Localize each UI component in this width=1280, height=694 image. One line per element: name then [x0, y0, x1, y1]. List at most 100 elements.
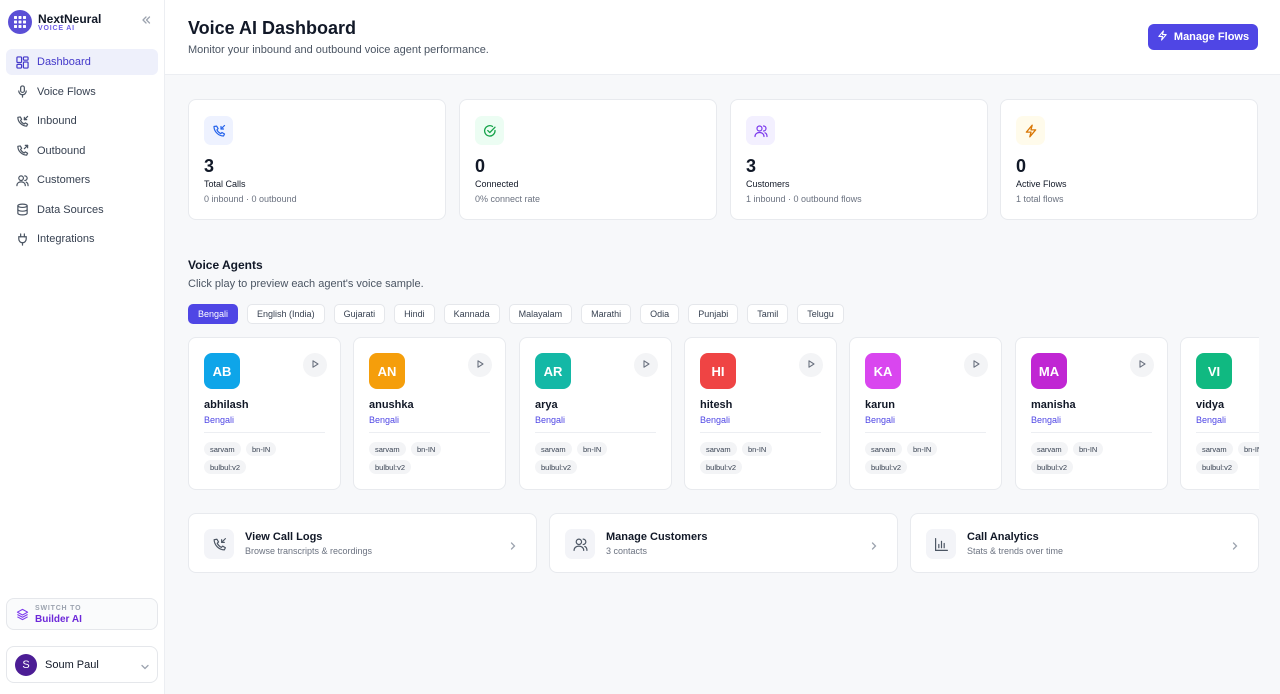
tab-language-malayalam[interactable]: Malayalam [508, 304, 573, 324]
sidebar-item-dashboard[interactable]: Dashboard [6, 49, 158, 75]
tab-language-odia[interactable]: Odia [640, 304, 680, 324]
lightning-icon [1157, 30, 1168, 44]
sidebar-item-label: Inbound [37, 115, 77, 127]
sidebar-item-label: Outbound [37, 144, 86, 157]
sidebar-item-outbound[interactable]: Outbound [6, 138, 158, 164]
page-subtitle: Monitor your inbound and outbound voice … [188, 44, 489, 56]
manage-customers-card[interactable]: Manage Customers 3 contacts [549, 513, 898, 573]
agent-name: manisha [1031, 399, 1076, 411]
tab-language-telugu[interactable]: Telugu [797, 304, 844, 324]
phone-incoming-icon [204, 529, 234, 559]
plug-icon [15, 232, 29, 246]
avatar: S [15, 654, 37, 676]
stat-card-customers: 3 Customers 1 inbound · 0 outbound flows [730, 99, 988, 220]
tab-language-gujarati[interactable]: Gujarati [333, 304, 386, 324]
dashboard-icon [15, 55, 29, 69]
agent-name: vidya [1196, 399, 1225, 411]
sidebar-item-inbound[interactable]: Inbound [6, 108, 158, 134]
play-icon [310, 356, 320, 374]
agent-language: Bengali [700, 415, 731, 425]
play-button[interactable] [964, 353, 988, 377]
agent-card[interactable]: KA karun Bengali sarvam bn-IN bulbul:v2 [849, 337, 1002, 490]
sidebar-item-voice-flows[interactable]: Voice Flows [6, 79, 158, 105]
agent-tag: bn-IN [411, 442, 442, 456]
users-icon [746, 116, 775, 145]
play-button[interactable] [1130, 353, 1154, 377]
phone-outgoing-icon [15, 144, 29, 158]
chevron-right-icon [1231, 538, 1241, 550]
phone-incoming-icon [204, 116, 233, 145]
agent-name: karun [865, 399, 895, 411]
divider [1196, 432, 1259, 433]
agent-avatar: AR [535, 353, 571, 389]
agent-tag: bulbul:v2 [204, 460, 247, 474]
chevron-right-icon [870, 538, 880, 550]
switch-target: Builder AI [35, 614, 82, 625]
sidebar-item-label: Integrations [37, 233, 95, 245]
tab-language-hindi[interactable]: Hindi [394, 304, 435, 324]
agent-tag: sarvam [865, 442, 902, 456]
play-button[interactable] [468, 353, 492, 377]
stat-subtext: 1 total flows [1016, 194, 1064, 204]
manage-flows-button[interactable]: Manage Flows [1148, 24, 1258, 50]
stat-value: 3 [746, 156, 757, 176]
agent-card[interactable]: VI vidya Bengali sarvam bn-IN bulbul:v2 [1180, 337, 1259, 490]
sidebar-item-label: Dashboard [37, 56, 91, 68]
stat-value: 0 [1016, 156, 1027, 176]
voice-agents-subtitle: Click play to preview each agent's voice… [188, 278, 424, 290]
stat-label: Total Calls [204, 179, 246, 189]
agents-carousel[interactable]: AB abhilash Bengali sarvam bn-IN bulbul:v2 AN a… [188, 337, 1259, 491]
tab-language-marathi[interactable]: Marathi [581, 304, 632, 324]
sidebar-item-customers[interactable]: Customers [6, 167, 158, 193]
agent-tag: bulbul:v2 [700, 460, 743, 474]
agent-language: Bengali [865, 415, 896, 425]
tab-language-punjabi[interactable]: Punjabi [688, 304, 739, 324]
link-title: View Call Logs [245, 531, 323, 543]
switch-product-button[interactable]: SWITCH TO Builder AI [6, 598, 158, 630]
agent-card[interactable]: AR arya Bengali sarvam bn-IN bulbul:v2 [519, 337, 672, 490]
agent-card[interactable]: AN anushka Bengali sarvam bn-IN bulbul:v2 [353, 337, 506, 490]
users-icon [15, 173, 29, 187]
divider [535, 432, 656, 433]
brand[interactable]: NextNeural VOICE AI [8, 10, 158, 36]
agent-tag: bulbul:v2 [535, 460, 578, 474]
agent-name: arya [535, 399, 558, 411]
play-button[interactable] [799, 353, 823, 377]
view-call-logs-card[interactable]: View Call Logs Browse transcripts & reco… [188, 513, 537, 573]
link-subtitle: 3 contacts [606, 546, 648, 556]
sidebar-item-integrations[interactable]: Integrations [6, 226, 158, 252]
divider [369, 432, 490, 433]
check-circle-icon [475, 116, 504, 145]
tab-language-tamil[interactable]: Tamil [747, 304, 789, 324]
agent-card[interactable]: HI hitesh Bengali sarvam bn-IN bulbul:v2 [684, 337, 837, 490]
user-name: Soum Paul [45, 659, 99, 671]
divider [204, 432, 325, 433]
agent-card[interactable]: MA manisha Bengali sarvam bn-IN bulbul:v2 [1015, 337, 1168, 490]
play-button[interactable] [634, 353, 658, 377]
sidebar-item-data-sources[interactable]: Data Sources [6, 197, 158, 223]
tab-language-kannada[interactable]: Kannada [443, 304, 500, 324]
agent-language: Bengali [204, 415, 235, 425]
bar-chart-icon [926, 529, 956, 559]
agent-name: hitesh [700, 399, 733, 411]
agent-card[interactable]: AB abhilash Bengali sarvam bn-IN bulbul:v2 [188, 337, 341, 490]
sidebar-item-label: Voice Flows [37, 85, 96, 98]
agent-tag: bulbul:v2 [1196, 460, 1239, 474]
agent-tag: sarvam [1196, 442, 1233, 456]
play-button[interactable] [303, 353, 327, 377]
page-title: Voice AI Dashboard [188, 18, 357, 38]
stat-value: 3 [204, 156, 215, 176]
chevron-right-icon [509, 538, 519, 550]
stat-card-total-calls: 3 Total Calls 0 inbound · 0 outbound [188, 99, 446, 220]
call-analytics-card[interactable]: Call Analytics Stats & trends over time [910, 513, 1259, 573]
agent-tag: sarvam [204, 442, 241, 456]
play-icon [806, 356, 816, 374]
collapse-sidebar-icon[interactable] [139, 13, 153, 27]
user-menu[interactable]: S Soum Paul [6, 646, 158, 683]
agent-tag: bn-IN [907, 442, 938, 456]
agent-avatar: VI [1196, 353, 1232, 389]
agent-language: Bengali [1031, 415, 1062, 425]
agent-tag: sarvam [535, 442, 572, 456]
tab-language-english-india[interactable]: English (India) [247, 304, 325, 324]
tab-language-bengali[interactable]: Bengali [188, 304, 239, 324]
